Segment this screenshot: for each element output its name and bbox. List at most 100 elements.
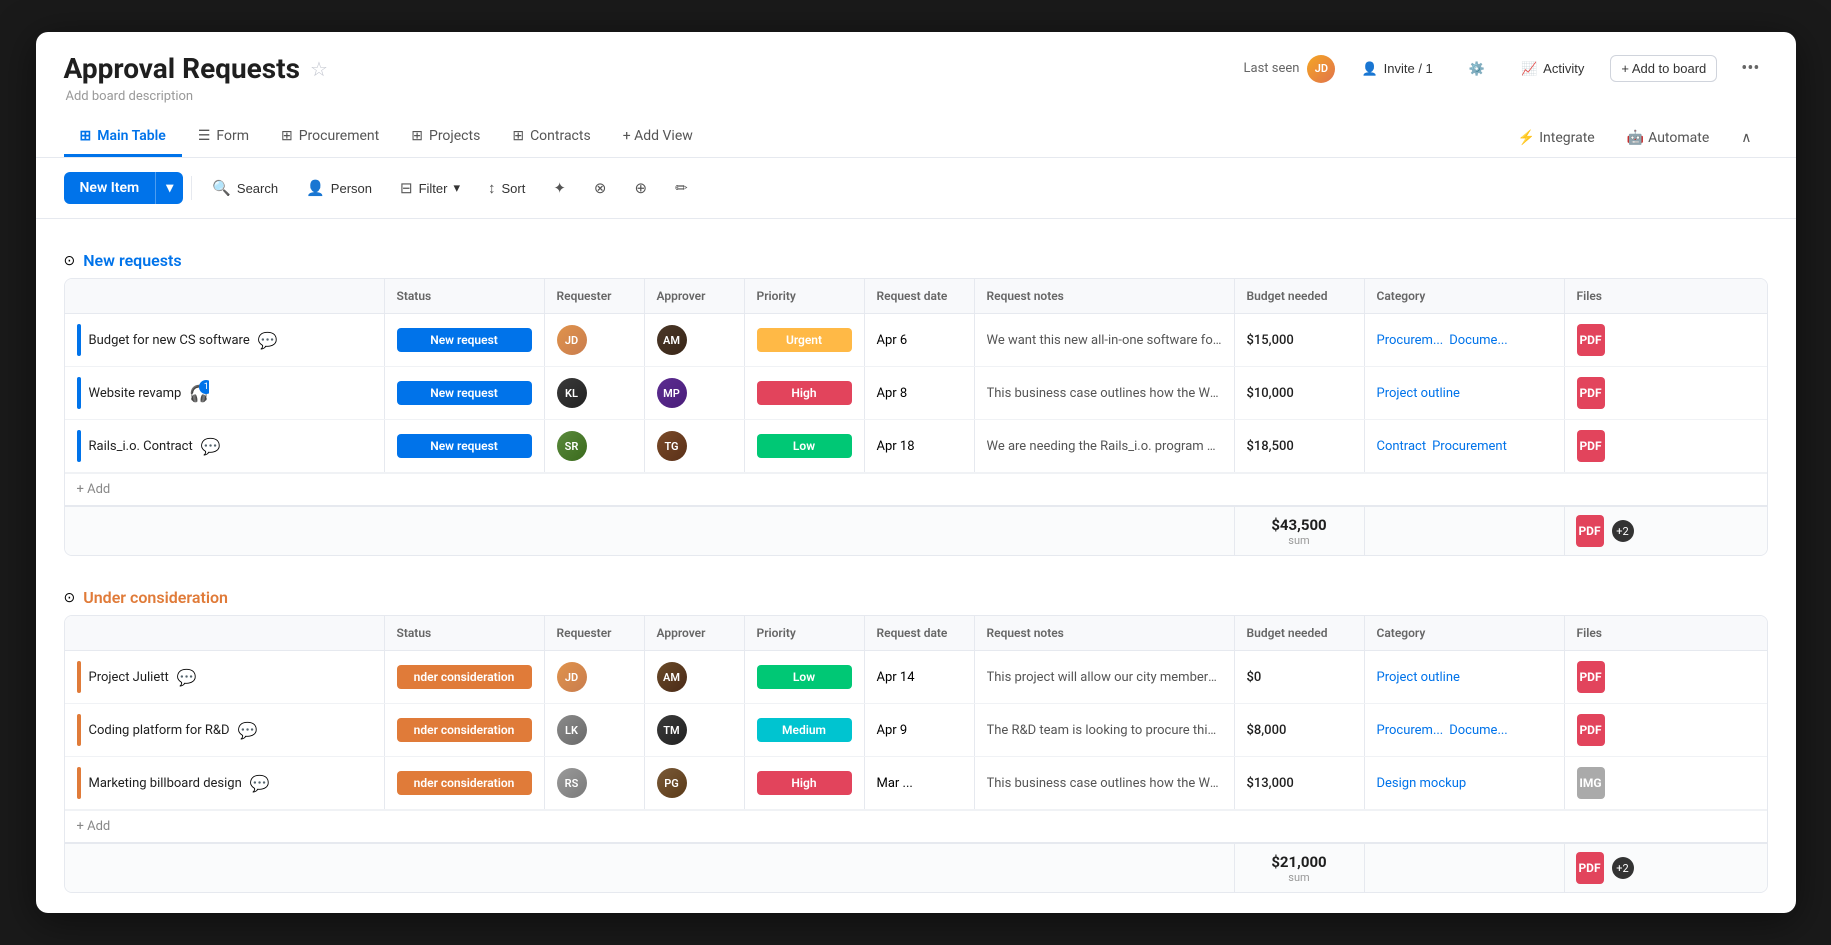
td-category-6: Design mockup [1365, 757, 1565, 809]
td-date-4: Apr 14 [865, 651, 975, 703]
integrate-button[interactable]: ⚡ Integrate [1502, 120, 1611, 156]
comment-icon-5[interactable]: 💬 [238, 721, 258, 740]
invite-button[interactable]: 👤 Invite / 1 [1351, 56, 1442, 82]
category-link-2a[interactable]: Project outline [1377, 386, 1460, 401]
td-requester-5: LK [545, 704, 645, 756]
file-pdf-5[interactable]: PDF [1577, 714, 1605, 746]
td-approver-4: AM [645, 651, 745, 703]
file-pdf-2[interactable]: PDF [1577, 377, 1605, 409]
automations-button[interactable]: ⚙️ [1459, 56, 1495, 82]
priority-badge-4[interactable]: Low [757, 665, 852, 689]
date-3: Apr 18 [877, 439, 915, 454]
priority-badge-3[interactable]: Low [757, 434, 852, 458]
group-collapse-icon-2[interactable]: ⊙ [64, 590, 76, 606]
new-item-button[interactable]: New Item ▾ [64, 172, 184, 204]
integrate-icon: ⚡ [1518, 130, 1535, 146]
priority-badge-5[interactable]: Medium [757, 718, 852, 742]
category-link-1b[interactable]: Docume... [1449, 333, 1508, 348]
row-name-cell-6: Marketing billboard design 💬 [77, 767, 270, 799]
file-pdf-1[interactable]: PDF [1577, 324, 1605, 356]
comment-icon-4[interactable]: 💬 [177, 668, 197, 687]
color-bar-4 [77, 661, 81, 693]
last-seen-label: Last seen [1244, 61, 1300, 76]
group-collapse-icon[interactable]: ⊙ [64, 253, 76, 269]
tab-procurement[interactable]: ⊞ Procurement [265, 118, 395, 157]
category-link-6a[interactable]: Design mockup [1377, 776, 1467, 791]
category-link-3b[interactable]: Procurement [1432, 439, 1507, 454]
activity-button[interactable]: 📈 Activity [1511, 56, 1594, 82]
collapse-button[interactable]: ∧ [1725, 120, 1767, 156]
hide-button[interactable]: ✦ [541, 172, 578, 204]
person-filter-button[interactable]: 👤 Person [294, 172, 384, 204]
main-table-icon: ⊞ [80, 128, 92, 144]
row-name-3[interactable]: Rails_i.o. Contract [89, 439, 193, 454]
file-pdf-3[interactable]: PDF [1577, 430, 1605, 462]
group-button[interactable]: ⊗ [582, 172, 619, 204]
date-4: Apr 14 [877, 670, 915, 685]
person-icon: 👤 [1361, 61, 1377, 77]
td-budget-4: $0 [1235, 651, 1365, 703]
td-notes-4: This project will allow our city members… [975, 651, 1235, 703]
new-item-dropdown-arrow[interactable]: ▾ [155, 172, 183, 204]
sort-button[interactable]: ↕ Sort [476, 173, 537, 204]
comment-icon-1[interactable]: 💬 [258, 331, 278, 350]
th-status: Status [385, 279, 545, 313]
search-button[interactable]: 🔍 Search [200, 172, 290, 204]
board-description[interactable]: Add board description [64, 89, 1768, 104]
add-item-button-new-requests[interactable]: + Add [77, 482, 111, 497]
status-badge-6[interactable]: nder consideration [397, 771, 532, 795]
more-toolbar-button[interactable]: ✏ [663, 172, 700, 204]
category-link-4a[interactable]: Project outline [1377, 670, 1460, 685]
filter-button[interactable]: ⊟ Filter ▾ [388, 172, 472, 204]
budget-6: $13,000 [1247, 776, 1294, 791]
person-icon: 👤 [306, 179, 325, 197]
td-date-3: Apr 18 [865, 420, 975, 472]
sum-file-count: +2 [1612, 520, 1634, 542]
tab-contracts[interactable]: ⊞ Contracts [496, 118, 606, 157]
sum-file-pdf-2[interactable]: PDF [1576, 852, 1604, 884]
tab-projects[interactable]: ⊞ Projects [395, 118, 496, 157]
status-badge-5[interactable]: nder consideration [397, 718, 532, 742]
row-name-2[interactable]: Website revamp [89, 386, 182, 401]
row-name-1[interactable]: Budget for new CS software [89, 333, 250, 348]
priority-badge-6[interactable]: High [757, 771, 852, 795]
row-name-6[interactable]: Marketing billboard design [89, 776, 242, 791]
automate-button[interactable]: 🤖 Automate [1611, 120, 1726, 156]
tab-main-table[interactable]: ⊞ Main Table [64, 118, 182, 157]
status-badge-1[interactable]: New request [397, 328, 532, 352]
tab-add-view[interactable]: + Add View [607, 118, 709, 157]
color-button[interactable]: ⊕ [623, 172, 660, 204]
th-category: Category [1365, 279, 1565, 313]
automations-icon: ⚙️ [1469, 61, 1485, 77]
category-link-1a[interactable]: Procurem... [1377, 333, 1444, 348]
form-icon: ☰ [198, 128, 211, 144]
priority-badge-2[interactable]: High [757, 381, 852, 405]
file-img-6[interactable]: IMG [1577, 767, 1605, 799]
status-badge-4[interactable]: nder consideration [397, 665, 532, 689]
comment-icon-6[interactable]: 💬 [250, 774, 270, 793]
add-item-button-under[interactable]: + Add [77, 819, 111, 834]
td-files-2: PDF [1565, 367, 1645, 419]
sum-amount-under: $21,000 [1271, 853, 1326, 871]
status-badge-3[interactable]: New request [397, 434, 532, 458]
table-row: Marketing billboard design 💬 nder consid… [65, 757, 1767, 810]
comment-icon-3[interactable]: 💬 [201, 437, 221, 456]
td-status-5: nder consideration [385, 704, 545, 756]
category-link-5b[interactable]: Docume... [1449, 723, 1508, 738]
row-name-5[interactable]: Coding platform for R&D [89, 723, 230, 738]
more-options-icon[interactable]: ••• [1733, 54, 1767, 83]
priority-badge-1[interactable]: Urgent [757, 328, 852, 352]
category-link-5a[interactable]: Procurem... [1377, 723, 1444, 738]
tab-form[interactable]: ☰ Form [182, 118, 265, 157]
row-name-4[interactable]: Project Juliett [89, 670, 169, 685]
category-link-3a[interactable]: Contract [1377, 439, 1427, 454]
sum-file-pdf[interactable]: PDF [1576, 515, 1604, 547]
status-badge-2[interactable]: New request [397, 381, 532, 405]
requester-avatar-6: RS [557, 768, 587, 798]
notes-1: We want this new all-in-one software for… [987, 333, 1222, 348]
favorite-icon[interactable]: ☆ [310, 57, 328, 81]
category-cell-1: Procurem... Docume... [1377, 333, 1508, 348]
add-to-board-button[interactable]: + Add to board [1610, 55, 1717, 82]
file-pdf-4[interactable]: PDF [1577, 661, 1605, 693]
td-date-1: Apr 6 [865, 314, 975, 366]
